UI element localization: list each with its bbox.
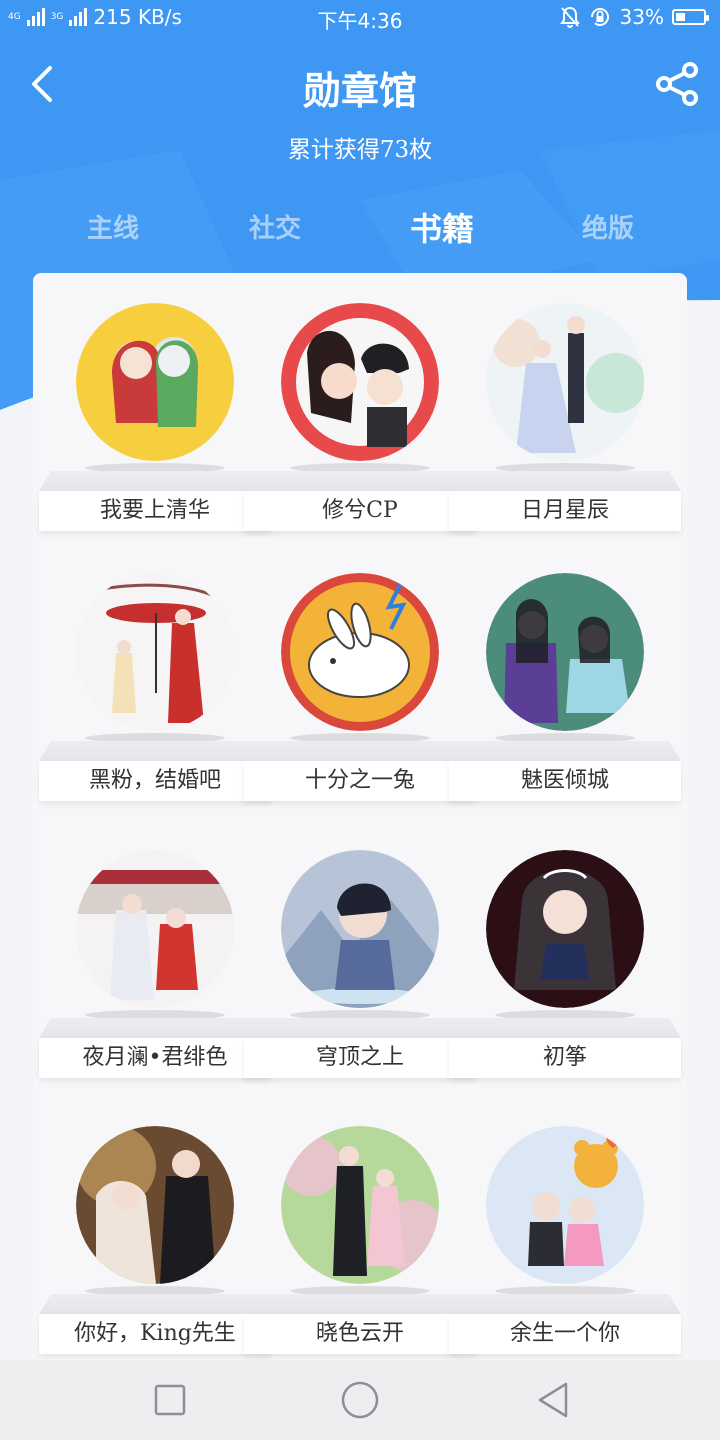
badge-name: 修兮CP <box>322 498 398 523</box>
badge-image <box>486 1126 644 1284</box>
badge-image <box>76 573 234 731</box>
badge-name: 黑粉，结婚吧 <box>88 768 221 793</box>
triangle-back-icon[interactable] <box>534 1380 574 1420</box>
system-nav-bar <box>0 1360 720 1440</box>
badge-image <box>281 303 439 461</box>
mute-bell-icon <box>559 6 580 28</box>
badge-item[interactable]: 日月星辰 <box>449 303 681 543</box>
square-icon[interactable] <box>150 1380 190 1420</box>
badge-image <box>486 850 644 1008</box>
badge-name: 夜月澜•君绯色 <box>82 1045 228 1070</box>
badge-item[interactable]: 初筝 <box>449 850 681 1090</box>
badge-name: 你好，King先生 <box>74 1321 236 1346</box>
clock: 下午4:36 <box>317 9 403 33</box>
badge-image <box>76 303 234 461</box>
badge-item[interactable]: 你好，King先生 <box>39 1126 271 1366</box>
tab-out-of-print[interactable]: 绝版 <box>538 208 678 245</box>
badge-item[interactable]: 黑粉，结婚吧 <box>39 573 271 813</box>
battery-icon <box>672 9 709 25</box>
badge-item[interactable]: 十分之一兔 <box>244 573 476 813</box>
badge-grid: 我要上清华 修兮CP 日月星辰 黑粉，结婚吧 十分之一兔 魅医倾城 夜月澜•君绯… <box>33 273 687 1373</box>
badge-item[interactable]: 魅医倾城 <box>449 573 681 813</box>
badge-image <box>486 573 644 731</box>
badge-image <box>281 1126 439 1284</box>
badge-image <box>76 1126 234 1284</box>
badge-image <box>76 850 234 1008</box>
tab-books[interactable]: 书籍 <box>372 204 512 250</box>
tab-main[interactable]: 主线 <box>43 208 183 245</box>
share-icon[interactable] <box>654 60 702 108</box>
badge-name: 余生一个你 <box>509 1321 620 1346</box>
badge-name: 晓色云开 <box>315 1321 404 1346</box>
badge-name: 魅医倾城 <box>520 768 609 793</box>
badge-name: 我要上清华 <box>99 498 210 523</box>
battery-fill <box>676 13 685 21</box>
badge-image <box>281 573 439 731</box>
badge-name: 穹顶之上 <box>315 1045 404 1070</box>
status-bar: 4G 3G 215 KB/s 下午4:36 33% <box>0 0 720 36</box>
rotation-lock-icon <box>590 8 609 26</box>
category-tabs: 主线 社交 书籍 绝版 <box>0 208 720 264</box>
badge-item[interactable]: 我要上清华 <box>39 303 271 543</box>
badge-item[interactable]: 修兮CP <box>244 303 476 543</box>
page-title: 勋章馆 <box>302 68 417 113</box>
circle-icon[interactable] <box>340 1380 380 1420</box>
badge-name: 初筝 <box>542 1045 587 1070</box>
badge-name: 日月星辰 <box>520 498 609 523</box>
badge-image <box>486 303 644 461</box>
badge-item[interactable]: 晓色云开 <box>244 1126 476 1366</box>
badge-name: 十分之一兔 <box>304 768 415 793</box>
badge-item[interactable]: 余生一个你 <box>449 1126 681 1366</box>
badge-item[interactable]: 夜月澜•君绯色 <box>39 850 271 1090</box>
tab-social[interactable]: 社交 <box>205 208 345 245</box>
battery-percent: 33% <box>619 5 664 29</box>
badge-item[interactable]: 穹顶之上 <box>244 850 476 1090</box>
badge-count: 累计获得73枚 <box>287 137 433 163</box>
badge-image <box>281 850 439 1008</box>
